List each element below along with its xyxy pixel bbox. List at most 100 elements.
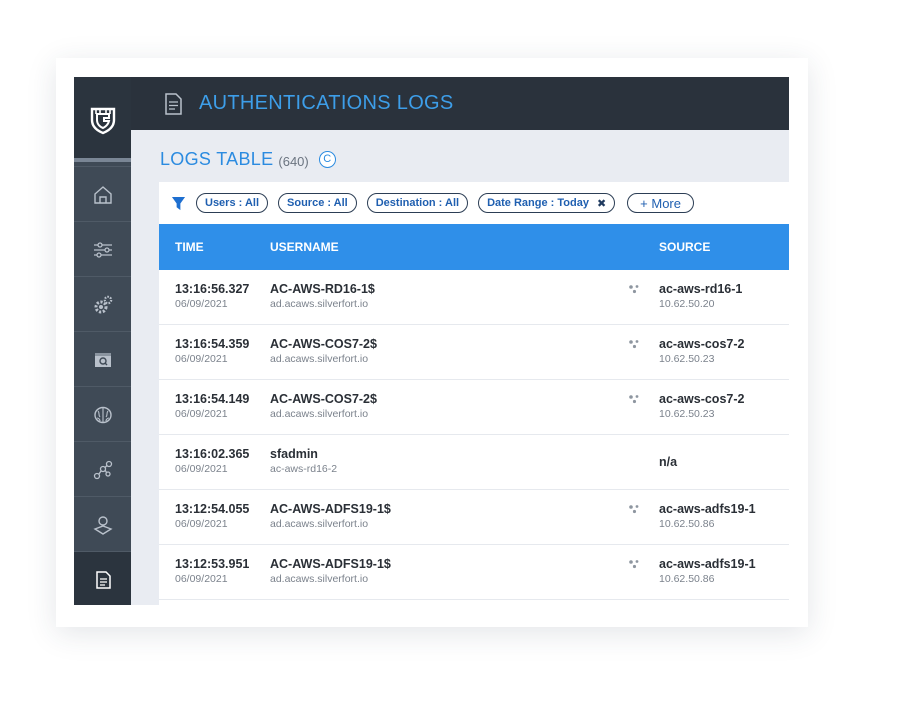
nav-home[interactable] — [74, 166, 131, 222]
nav-logs[interactable] — [74, 551, 131, 605]
username-cell: AC-AWS-ADFS19-1$ ad.acaws.silverfort.io — [270, 557, 391, 585]
nav-settings-sliders[interactable] — [74, 221, 131, 277]
table-row[interactable]: 13:12:54.055 06/09/2021 AC-AWS-ADFS19-1$… — [159, 490, 789, 545]
sliders-icon — [93, 241, 112, 258]
sidebar — [74, 77, 131, 605]
machine-link-icon — [629, 395, 639, 404]
table-header: TIME USERNAME SOURCE — [159, 224, 789, 270]
source-cell: ac-aws-cos7-2 10.62.50.23 — [659, 392, 744, 420]
filter-users-chip[interactable]: Users : All — [196, 193, 269, 213]
brain-icon — [93, 406, 112, 423]
date-value: 06/09/2021 — [175, 573, 228, 585]
source-cell: ac-aws-adfs19-1 10.62.50.86 — [659, 557, 756, 585]
filter-destination-chip[interactable]: Destination : All — [366, 193, 469, 213]
domain-value: ac-aws-rd16-2 — [270, 463, 338, 475]
source-value: ac-aws-rd16-1 — [659, 282, 743, 296]
filter-date-range-label: Date Range : Today — [487, 197, 589, 209]
column-header-time[interactable]: TIME — [175, 224, 204, 270]
machine-link-icon — [629, 505, 639, 514]
network-icon — [93, 460, 112, 479]
logs-table-title: LOGS TABLE — [160, 149, 274, 169]
nav-users[interactable] — [74, 496, 131, 552]
logs-table: TIME USERNAME SOURCE 13:16:56.327 06/09/… — [159, 224, 789, 605]
filter-users-label: Users : All — [205, 197, 260, 209]
date-value: 06/09/2021 — [175, 353, 228, 365]
more-filters-button[interactable]: + More — [627, 193, 694, 213]
refresh-button[interactable]: C — [318, 151, 336, 168]
source-value: ac-aws-adfs19-1 — [659, 557, 756, 571]
filter-destination-label: Destination : All — [375, 197, 460, 209]
username-cell: AC-AWS-RD16-1$ ad.acaws.silverfort.io — [270, 282, 375, 310]
filter-source-chip[interactable]: Source : All — [278, 193, 357, 213]
time-value: 13:16:54.149 — [175, 392, 250, 406]
nav-policies[interactable] — [74, 276, 131, 332]
table-row[interactable]: 13:16:54.149 06/09/2021 AC-AWS-COS7-2$ a… — [159, 380, 789, 435]
silverfort-logo-icon — [90, 107, 115, 134]
table-row[interactable]: 13:16:02.365 06/09/2021 sfadmin ac-aws-r… — [159, 435, 789, 490]
source-ip-value: 10.62.50.23 — [659, 353, 715, 365]
time-cell: 13:16:54.149 06/09/2021 — [175, 392, 249, 420]
domain-value: ad.acaws.silverfort.io — [270, 408, 369, 420]
date-value: 06/09/2021 — [175, 463, 228, 475]
document-icon — [95, 570, 111, 589]
logs-count: (640) — [278, 153, 309, 169]
machine-link-icon — [629, 560, 639, 569]
username-value: AC-AWS-COS7-2$ — [270, 392, 377, 406]
time-cell: 13:16:56.327 06/09/2021 — [175, 282, 249, 310]
time-cell: 13:12:53.951 06/09/2021 — [175, 557, 249, 585]
time-value: 13:12:53.951 — [175, 557, 250, 571]
column-header-username[interactable]: USERNAME — [270, 224, 339, 270]
domain-value: ad.acaws.silverfort.io — [270, 518, 369, 530]
date-value: 06/09/2021 — [175, 518, 228, 530]
table-row[interactable]: 13:16:56.327 06/09/2021 AC-AWS-RD16-1$ a… — [159, 270, 789, 325]
username-value: AC-AWS-RD16-1$ — [270, 282, 375, 296]
table-row-partial — [159, 600, 789, 605]
time-value: 13:16:02.365 — [175, 447, 250, 461]
logo[interactable] — [74, 77, 131, 162]
nav-risk-engine[interactable] — [74, 386, 131, 442]
source-cell: ac-aws-cos7-2 10.62.50.23 — [659, 337, 744, 365]
nav-discovery[interactable] — [74, 331, 131, 387]
app-window: AUTHENTICATIONS LOGS LOGS TABLE (640) C … — [74, 77, 789, 605]
date-value: 06/09/2021 — [175, 298, 228, 310]
machine-link-icon — [629, 340, 639, 349]
username-cell: AC-AWS-ADFS19-1$ ad.acaws.silverfort.io — [270, 502, 391, 530]
user-icon — [92, 515, 113, 535]
filter-date-range-chip[interactable]: Date Range : Today ✖ — [478, 193, 616, 213]
filter-bar: Users : All Source : All Destination : A… — [159, 182, 789, 224]
time-cell: 13:16:54.359 06/09/2021 — [175, 337, 249, 365]
date-value: 06/09/2021 — [175, 408, 228, 420]
logs-table-heading: LOGS TABLE (640) C — [160, 149, 336, 170]
source-ip-value: 10.62.50.23 — [659, 408, 715, 420]
username-value: AC-AWS-ADFS19-1$ — [270, 557, 391, 571]
filter-icon[interactable] — [171, 196, 186, 211]
username-value: sfadmin — [270, 447, 318, 461]
source-ip-value: 10.62.50.86 — [659, 518, 715, 530]
time-value: 13:12:54.055 — [175, 502, 250, 516]
main-content: LOGS TABLE (640) C Users : All Source : … — [131, 130, 789, 605]
column-header-source[interactable]: SOURCE — [659, 224, 710, 270]
machine-link-icon — [629, 285, 639, 294]
domain-value: ad.acaws.silverfort.io — [270, 353, 369, 365]
page-title: AUTHENTICATIONS LOGS — [199, 92, 454, 114]
username-value: AC-AWS-COS7-2$ — [270, 337, 377, 351]
username-value: AC-AWS-ADFS19-1$ — [270, 502, 391, 516]
source-value: ac-aws-cos7-2 — [659, 337, 745, 351]
domain-value: ad.acaws.silverfort.io — [270, 573, 369, 585]
browser-search-icon — [94, 352, 111, 367]
filter-source-label: Source : All — [287, 197, 348, 209]
time-cell: 13:12:54.055 06/09/2021 — [175, 502, 249, 530]
logo-underline — [74, 158, 131, 162]
page-header: AUTHENTICATIONS LOGS — [131, 77, 789, 130]
gears-icon — [94, 295, 112, 313]
document-icon — [165, 92, 182, 115]
table-row[interactable]: 13:12:53.951 06/09/2021 AC-AWS-ADFS19-1$… — [159, 545, 789, 600]
source-cell: ac-aws-rd16-1 10.62.50.20 — [659, 282, 742, 310]
time-cell: 13:16:02.365 06/09/2021 — [175, 447, 249, 475]
source-value: ac-aws-adfs19-1 — [659, 502, 756, 516]
domain-value: ad.acaws.silverfort.io — [270, 298, 369, 310]
nav-network-map[interactable] — [74, 441, 131, 497]
source-cell: ac-aws-adfs19-1 10.62.50.86 — [659, 502, 756, 530]
table-row[interactable]: 13:16:54.359 06/09/2021 AC-AWS-COS7-2$ a… — [159, 325, 789, 380]
clear-date-range-icon[interactable]: ✖ — [597, 197, 606, 210]
